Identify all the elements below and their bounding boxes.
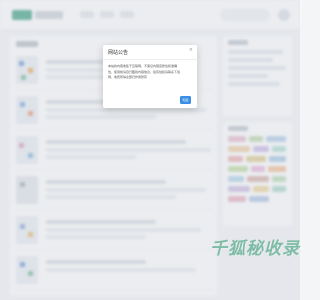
close-icon[interactable]: × [189, 48, 193, 53]
ok-button[interactable]: 知道 [180, 96, 191, 104]
dialog-header: 网站公告 × [103, 45, 197, 60]
dialog-body: 本站的内容收集于互联网，不保证内容完整性和准确 性，使用前请自行甄别内容信息，如… [108, 64, 192, 81]
announcement-dialog: 网站公告 × 本站的内容收集于互联网，不保证内容完整性和准确 性，使用前请自行甄… [103, 45, 197, 108]
dialog-text-line: 网，收费所得全部归作者所有 [108, 75, 148, 79]
dialog-title: 网站公告 [108, 50, 129, 56]
dialog-footer: 知道 [103, 94, 197, 108]
